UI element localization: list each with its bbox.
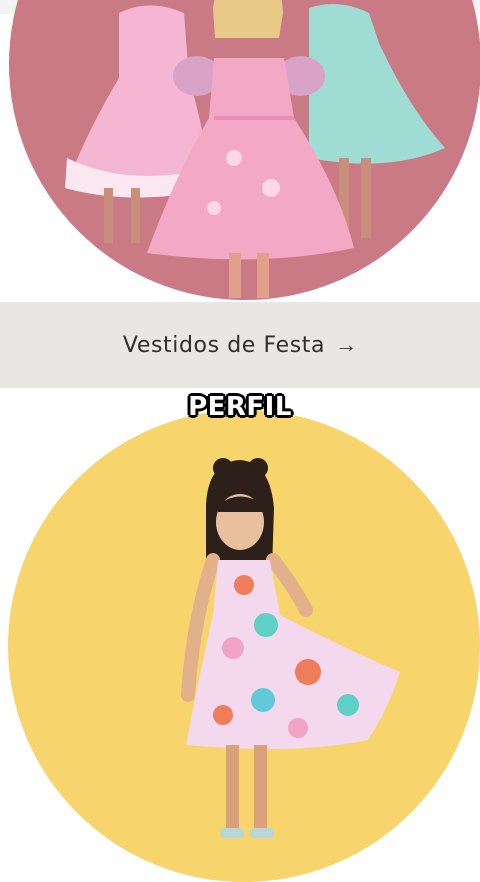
party-dresses-photo[interactable] (9, 0, 480, 300)
category-link-vestidos-de-festa[interactable]: Vestidos de Festa → (0, 302, 480, 388)
party-dresses-illustration (65, 0, 445, 298)
overlay-caption: PERFIL (188, 392, 292, 422)
floral-dress-photo[interactable] (8, 410, 480, 882)
floral-dress-illustration (181, 458, 400, 838)
arrow-right-icon: → (335, 332, 358, 357)
category-label: Vestidos de Festa (122, 332, 326, 358)
